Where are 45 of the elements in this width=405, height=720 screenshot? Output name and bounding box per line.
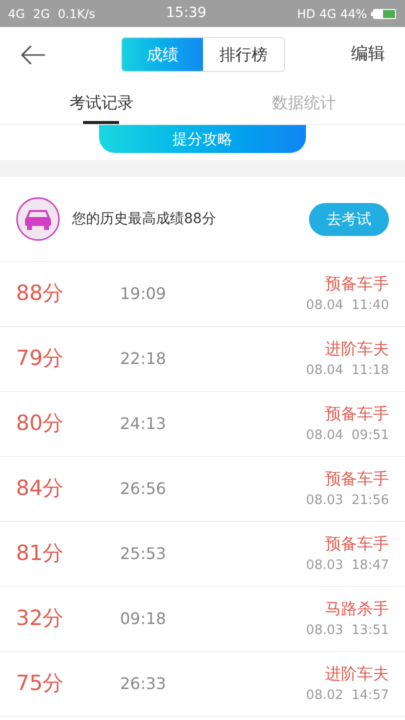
duration: 26:56	[120, 478, 166, 500]
score: 32分	[16, 605, 65, 632]
rank-title: 进阶车夫	[325, 338, 389, 360]
status-text: 44%	[340, 6, 367, 22]
status-text: 0.1K/s	[58, 6, 96, 22]
exam-date: 08.03 21:56	[306, 492, 389, 510]
score: 80分	[16, 410, 65, 438]
rank-title: 马路杀手	[325, 598, 389, 620]
status-text: 4G	[8, 6, 25, 22]
car-avatar-icon	[16, 197, 60, 241]
status-text: HD	[297, 6, 316, 22]
tab[interactable]: 数据统计	[202, 82, 405, 124]
status-text: 4G	[319, 6, 336, 22]
duration: 09:18	[120, 608, 166, 630]
exam-date: 08.04 11:18	[306, 362, 389, 380]
score: 88分	[16, 280, 65, 308]
segment-tab[interactable]: 成绩	[122, 38, 203, 71]
rank-title: 进阶车夫	[325, 663, 389, 686]
edit-button[interactable]: 编辑	[351, 42, 385, 68]
score: 75分	[16, 670, 65, 698]
duration: 19:09	[120, 283, 166, 305]
score: 84分	[16, 475, 65, 502]
best-score-text: 您的历史最高成绩88分	[72, 210, 216, 228]
tips-button[interactable]: 提分攻略	[99, 125, 306, 153]
duration: 26:33	[120, 673, 166, 695]
duration: 22:18	[120, 348, 166, 370]
rank-title: 预备车手	[325, 533, 389, 556]
exam-date: 08.04 11:40	[306, 297, 389, 316]
exam-date: 08.03 18:47	[306, 557, 389, 576]
score: 79分	[16, 345, 65, 372]
exam-date: 08.03 13:51	[306, 622, 389, 640]
rank-title: 预备车手	[325, 273, 389, 296]
rank-title: 预备车手	[325, 468, 389, 490]
back-icon[interactable]	[20, 44, 46, 64]
battery-icon	[371, 8, 397, 20]
exam-date: 08.04 09:51	[306, 427, 389, 446]
duration: 24:13	[120, 413, 166, 435]
status-text: 2G	[32, 6, 50, 22]
take-exam-button[interactable]: 去考试	[309, 202, 389, 236]
score: 81分	[16, 540, 65, 568]
rank-title: 预备车手	[325, 403, 389, 426]
duration: 25:53	[120, 543, 166, 565]
exam-date: 08.02 14:57	[306, 687, 389, 706]
clock: 15:39	[166, 4, 206, 23]
tab[interactable]: 考试记录	[0, 82, 202, 124]
